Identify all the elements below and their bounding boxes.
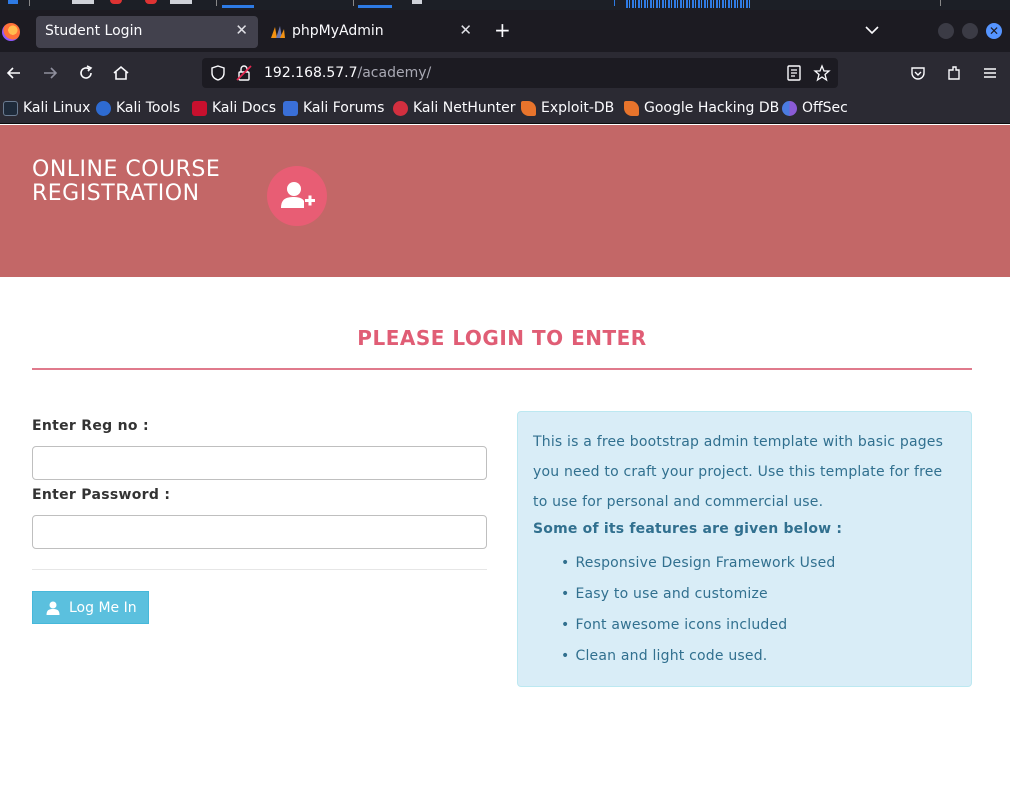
site-brand[interactable]: ONLINE COURSE REGISTRATION (32, 158, 220, 206)
features-list: Responsive Design Framework Used Easy to… (561, 552, 836, 676)
bookmark-kali-forums[interactable]: Kali Forums (283, 100, 384, 116)
url-path: /academy/ (357, 65, 432, 81)
kali-dragon-icon (3, 100, 18, 116)
url-bar[interactable]: 192.168.57.7/academy/ (202, 58, 838, 88)
shield-icon[interactable] (209, 64, 227, 82)
hamburger-menu-icon[interactable] (981, 64, 999, 82)
regno-label: Enter Reg no : (32, 418, 149, 434)
bookmark-label: Kali Forums (303, 100, 385, 116)
info-panel: This is a free bootstrap admin template … (517, 411, 972, 687)
exploit-db-icon (521, 100, 536, 116)
tab-title: phpMyAdmin (292, 23, 384, 39)
bookmark-ghdb[interactable]: Google Hacking DB (624, 100, 779, 116)
forward-icon[interactable] (41, 64, 59, 82)
brand-line-2: REGISTRATION (32, 181, 200, 206)
reload-icon[interactable] (77, 64, 95, 82)
extensions-icon[interactable] (945, 64, 963, 82)
kali-forums-icon (283, 100, 298, 116)
tab-student-login[interactable]: Student Login ✕ (36, 16, 258, 48)
phpmyadmin-icon (271, 26, 285, 38)
user-plus-icon (267, 166, 327, 226)
heading-divider (32, 368, 972, 370)
window-close-icon[interactable]: ✕ (986, 23, 1002, 39)
file-manager-icon[interactable] (72, 0, 94, 4)
tab-phpmyadmin[interactable]: phpMyAdmin ✕ (264, 16, 482, 48)
login-button-label: Log Me In (69, 599, 137, 616)
form-divider (32, 569, 487, 570)
workspace-indicator[interactable] (222, 5, 254, 8)
tab-strip: Student Login ✕ phpMyAdmin ✕ + ✕ (0, 10, 1010, 52)
info-paragraph: This is a free bootstrap admin template … (533, 434, 944, 510)
os-separator (353, 0, 354, 6)
list-item: Clean and light code used. (561, 645, 836, 676)
bookmark-label: Kali NetHunter (413, 100, 516, 116)
kali-docs-icon (192, 100, 207, 116)
app-launcher-icon[interactable] (110, 0, 122, 4)
user-icon (46, 601, 60, 615)
bookmark-label: Exploit-DB (541, 100, 615, 116)
password-label: Enter Password : (32, 487, 171, 503)
os-menu-icon[interactable] (8, 0, 18, 4)
bookmark-label: Google Hacking DB (644, 100, 780, 116)
page-content: ONLINE COURSE REGISTRATION PLEASE LOGIN … (0, 125, 1010, 790)
list-all-tabs-icon[interactable] (864, 22, 880, 38)
cpu-graph (626, 0, 752, 8)
bookmark-kali-linux[interactable]: Kali Linux (3, 100, 90, 116)
bookmark-star-icon[interactable] (813, 64, 831, 82)
regno-input[interactable] (32, 446, 487, 480)
kali-tools-icon (96, 100, 111, 116)
os-panel (0, 0, 1010, 10)
bookmark-kali-nethunter[interactable]: Kali NetHunter (393, 100, 515, 116)
firefox-icon[interactable] (2, 23, 20, 41)
ghdb-icon (624, 100, 639, 116)
browser-task-icon[interactable] (412, 0, 422, 4)
app-launcher-icon[interactable] (145, 0, 157, 4)
site-header: ONLINE COURSE REGISTRATION (0, 125, 1010, 277)
features-title: Some of its features are given below : (533, 521, 843, 537)
minimize-icon[interactable] (938, 23, 954, 39)
password-input[interactable] (32, 515, 487, 549)
back-icon[interactable] (5, 64, 23, 82)
tab-title: Student Login (45, 23, 143, 39)
bookmark-label: Kali Tools (116, 100, 181, 116)
login-heading: PLEASE LOGIN TO ENTER (357, 326, 647, 350)
tab-close-icon[interactable]: ✕ (235, 21, 248, 39)
insecure-lock-icon[interactable] (235, 64, 253, 82)
bookmark-label: Kali Docs (212, 100, 277, 116)
bookmark-label: Kali Linux (23, 100, 91, 116)
list-item: Responsive Design Framework Used (561, 552, 836, 583)
os-separator (940, 0, 941, 6)
kali-nethunter-icon (393, 100, 408, 116)
bookmark-kali-tools[interactable]: Kali Tools (96, 100, 180, 116)
login-button[interactable]: Log Me In (32, 591, 149, 624)
os-separator (216, 0, 217, 6)
bookmark-exploit-db[interactable]: Exploit-DB (521, 100, 614, 116)
home-icon[interactable] (112, 64, 130, 82)
url-host: 192.168.57.7 (264, 65, 358, 81)
os-separator (614, 0, 615, 6)
terminal-icon[interactable] (170, 0, 192, 4)
os-separator (29, 0, 30, 6)
list-item: Easy to use and customize (561, 583, 836, 614)
bookmark-offsec[interactable]: OffSec (782, 100, 848, 116)
workspace-indicator[interactable] (358, 5, 392, 8)
offsec-icon (782, 100, 797, 116)
bookmarks-toolbar: Kali Linux Kali Tools Kali Docs Kali For… (0, 94, 1010, 124)
brand-line-1: ONLINE COURSE (32, 157, 221, 182)
navigation-toolbar: 192.168.57.7/academy/ (0, 52, 1010, 94)
bookmark-label: OffSec (802, 100, 848, 116)
bookmark-kali-docs[interactable]: Kali Docs (192, 100, 276, 116)
url-text[interactable]: 192.168.57.7/academy/ (264, 65, 431, 81)
tab-close-icon[interactable]: ✕ (459, 21, 472, 39)
reader-view-icon[interactable] (785, 64, 803, 82)
list-item: Font awesome icons included (561, 614, 836, 645)
pocket-icon[interactable] (909, 64, 927, 82)
maximize-icon[interactable] (962, 23, 978, 39)
new-tab-icon[interactable]: + (494, 20, 511, 40)
